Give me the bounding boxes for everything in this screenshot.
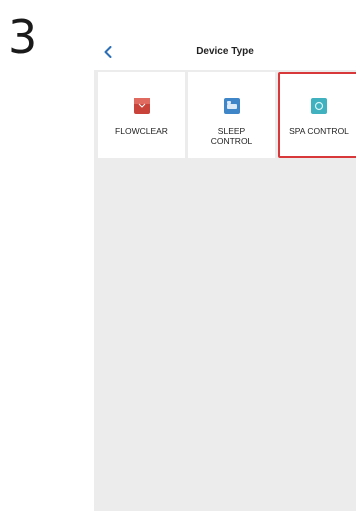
device-label: SPA CONTROL [289,126,349,136]
device-tile-spa-control[interactable]: SPA CONTROL [278,72,356,158]
sleep-control-icon [223,98,240,114]
step-number: 3 [8,10,38,64]
header: Device Type [94,38,356,70]
device-label: SLEEP CONTROL [210,126,253,146]
device-label: FLOWCLEAR [115,126,168,136]
page-title: Device Type [196,46,254,57]
device-tile-flowclear[interactable]: FLOWCLEAR [98,72,185,158]
phone-screen: Device Type FLOWCLEAR SLEEP CONTROL SPA … [94,38,356,511]
empty-area [94,163,356,511]
device-tile-sleep-control[interactable]: SLEEP CONTROL [188,72,275,158]
spa-control-icon [311,98,327,114]
flowclear-icon [133,98,150,114]
